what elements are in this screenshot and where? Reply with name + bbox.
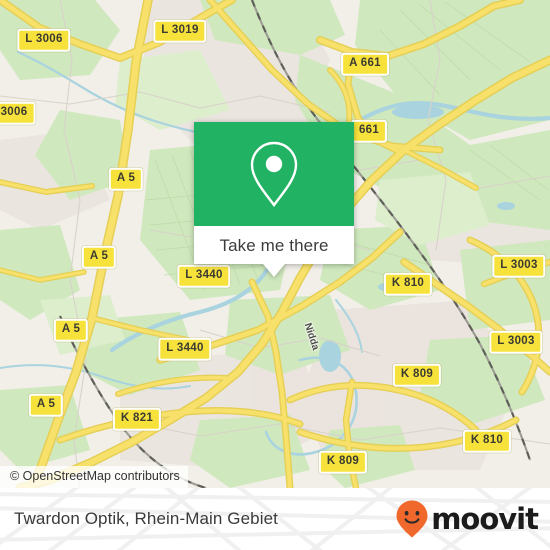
moovit-logo[interactable]: moovit: [395, 499, 539, 539]
footer-bar: Twardon Optik, Rhein-Main Gebiet moovit: [0, 488, 550, 550]
road-shield-l3019: L 3019: [153, 19, 207, 43]
road-shield-a5-mid: A 5: [81, 245, 117, 269]
take-me-there-label: Take me there: [219, 235, 329, 255]
map-pin-icon: [250, 141, 298, 208]
road-shield-a661-mid: 661: [350, 119, 388, 143]
road-shield-a5-bottom: A 5: [28, 393, 64, 417]
moovit-pin-icon: [396, 500, 428, 538]
road-shield-l3003-top: L 3003: [492, 254, 546, 278]
road-shield-k810-low: K 810: [462, 429, 512, 453]
moovit-map-screenshot: L 3006 L 3019 A 661 3006 661 A 5 A 5 L 3440 K 81…: [0, 0, 550, 550]
location-callout[interactable]: Take me there: [194, 122, 354, 277]
road-shield-a5-low: A 5: [53, 318, 89, 342]
road-shield-l3440-top: L 3440: [177, 264, 231, 288]
callout-pin-area: [194, 122, 354, 226]
road-shield-l3006-top: L 3006: [17, 28, 71, 52]
osm-attribution[interactable]: © OpenStreetMap contributors: [0, 466, 188, 488]
road-shield-a5-top: A 5: [108, 167, 144, 191]
road-shield-k810-mid: K 810: [383, 272, 433, 296]
moovit-wordmark: moovit: [431, 501, 539, 536]
callout-action[interactable]: Take me there: [194, 226, 354, 277]
road-shield-a661-top: A 661: [341, 52, 389, 76]
road-shield-k821: K 821: [112, 407, 162, 431]
callout-pointer: [263, 264, 285, 277]
page-title: Twardon Optik, Rhein-Main Gebiet: [14, 509, 278, 528]
map-canvas[interactable]: L 3006 L 3019 A 661 3006 661 A 5 A 5 L 3440 K 81…: [0, 0, 550, 488]
road-shield-l3006-left: 3006: [0, 101, 36, 125]
road-shield-l3440-low: L 3440: [158, 337, 212, 361]
road-shield-k809-low: K 809: [318, 450, 368, 474]
road-shield-k809-top: K 809: [392, 363, 442, 387]
road-shield-l3003-mid: L 3003: [489, 330, 543, 354]
